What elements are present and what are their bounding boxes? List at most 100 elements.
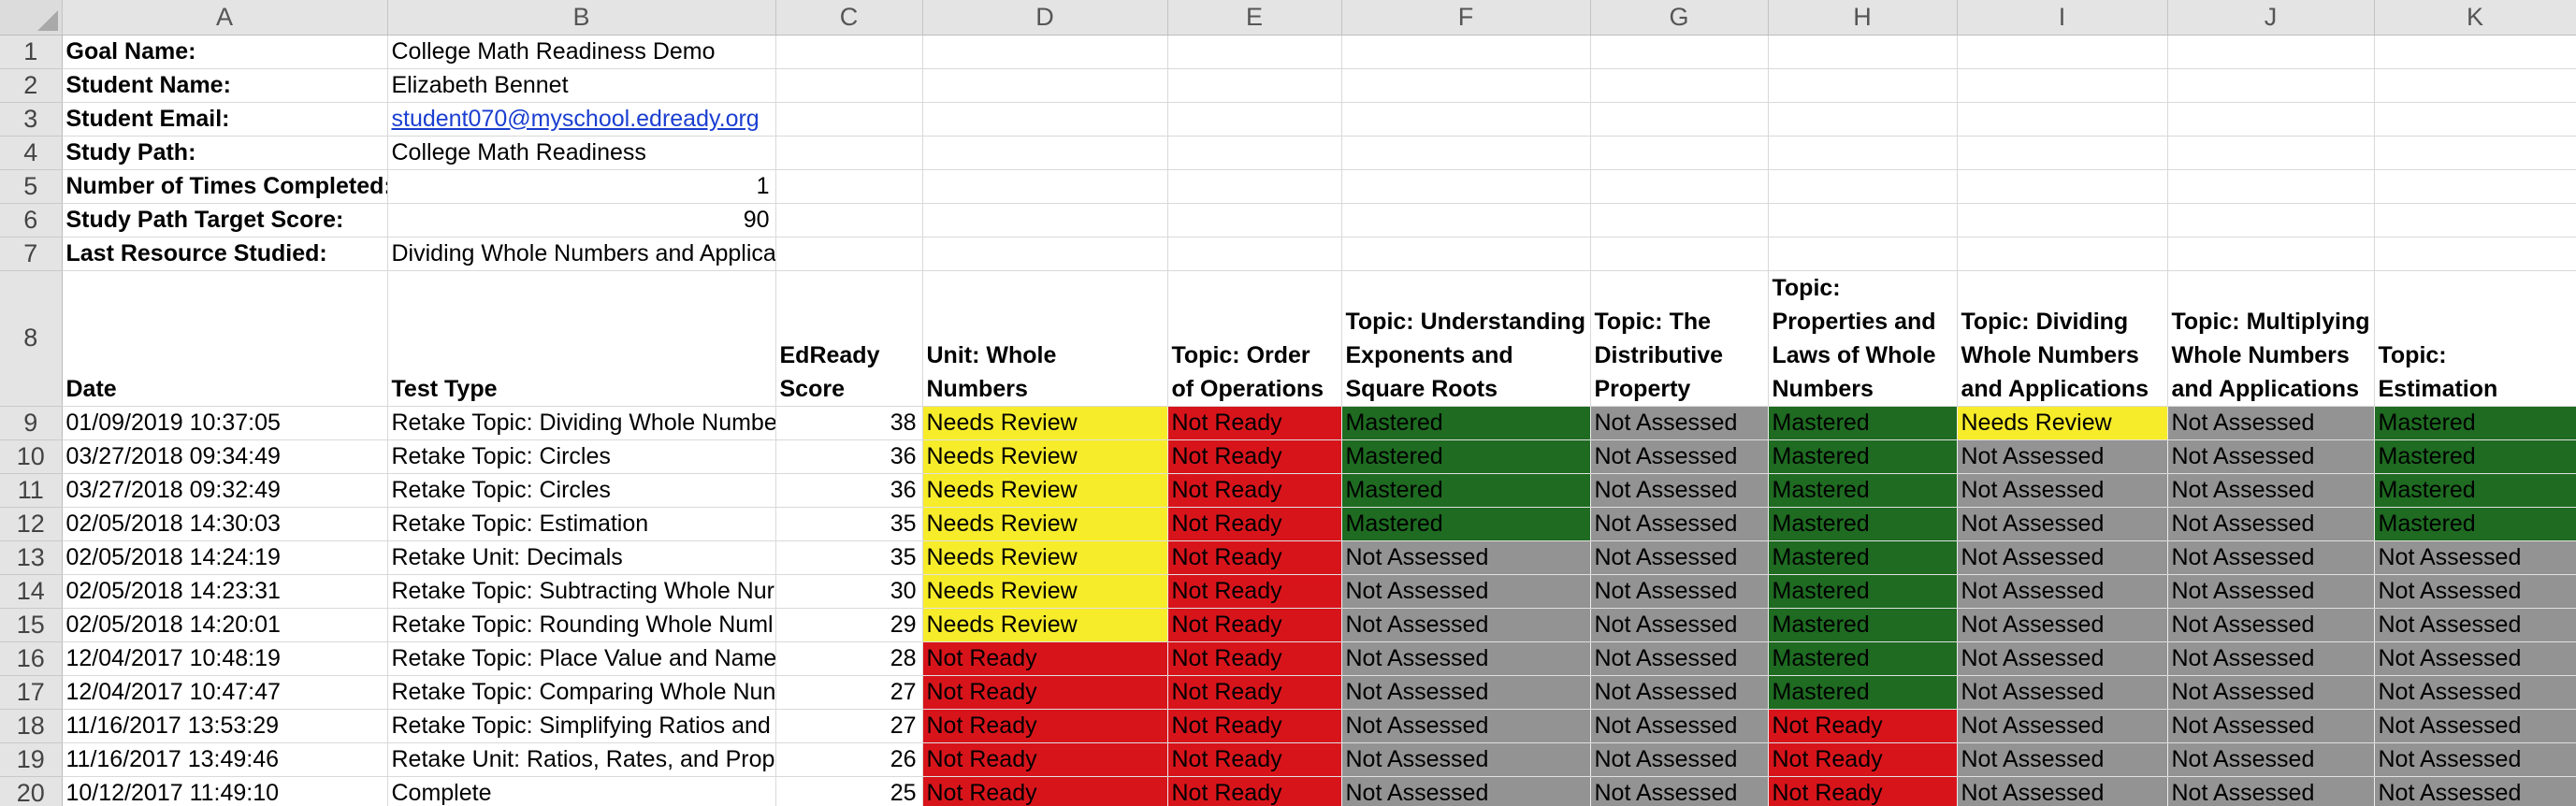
row-header-12[interactable]: 12 bbox=[0, 507, 63, 541]
empty-cell[interactable] bbox=[1957, 237, 2168, 271]
date-cell[interactable]: 01/09/2019 10:37:05 bbox=[62, 406, 388, 440]
empty-cell[interactable] bbox=[1957, 102, 2168, 137]
info-label-last-resource-studied[interactable]: Last Resource Studied: bbox=[62, 237, 388, 271]
status-cell[interactable]: Not Ready bbox=[922, 776, 1168, 806]
info-label-goal-name[interactable]: Goal Name: bbox=[62, 35, 388, 69]
test-type-cell[interactable]: Retake Topic: Subtracting Whole Nur bbox=[387, 574, 776, 609]
date-cell[interactable]: 11/16/2017 13:53:29 bbox=[62, 709, 388, 743]
column-header-g[interactable]: G bbox=[1590, 0, 1769, 36]
row-header-15[interactable]: 15 bbox=[0, 608, 63, 642]
empty-cell[interactable] bbox=[1341, 68, 1591, 103]
status-cell[interactable]: Not Assessed bbox=[1590, 507, 1769, 541]
status-cell[interactable]: Not Assessed bbox=[1590, 574, 1769, 609]
status-cell[interactable]: Mastered bbox=[1768, 608, 1958, 642]
row-header-11[interactable]: 11 bbox=[0, 473, 63, 508]
status-cell[interactable]: Not Assessed bbox=[2167, 473, 2375, 508]
column-header-h[interactable]: H bbox=[1768, 0, 1958, 36]
score-cell[interactable]: 30 bbox=[775, 574, 923, 609]
empty-cell[interactable] bbox=[1341, 169, 1591, 204]
empty-cell[interactable] bbox=[922, 68, 1168, 103]
header-topic-multiplying-whole-numbers-and-applications[interactable]: Topic: Multiplying Whole Numbers and App… bbox=[2167, 270, 2375, 407]
column-header-a[interactable]: A bbox=[62, 0, 388, 36]
status-cell[interactable]: Mastered bbox=[2374, 439, 2576, 474]
empty-cell[interactable] bbox=[1167, 68, 1342, 103]
date-cell[interactable]: 02/05/2018 14:30:03 bbox=[62, 507, 388, 541]
empty-cell[interactable] bbox=[1341, 35, 1591, 69]
test-type-cell[interactable]: Retake Topic: Circles bbox=[387, 439, 776, 474]
status-cell[interactable]: Not Assessed bbox=[2167, 540, 2375, 575]
info-label-number-of-times-completed[interactable]: Number of Times Completed: bbox=[62, 169, 388, 204]
status-cell[interactable]: Not Assessed bbox=[1590, 742, 1769, 777]
header-topic-estimation[interactable]: Topic: Estimation bbox=[2374, 270, 2576, 407]
status-cell[interactable]: Mastered bbox=[1768, 675, 1958, 710]
status-cell[interactable]: Not Assessed bbox=[1341, 675, 1591, 710]
status-cell[interactable]: Not Assessed bbox=[1957, 709, 2168, 743]
info-value-number-of-times-completed[interactable]: 1 bbox=[387, 169, 776, 204]
empty-cell[interactable] bbox=[2167, 136, 2375, 170]
test-type-cell[interactable]: Retake Topic: Dividing Whole Numbe bbox=[387, 406, 776, 440]
date-cell[interactable]: 03/27/2018 09:34:49 bbox=[62, 439, 388, 474]
test-type-cell[interactable]: Retake Topic: Simplifying Ratios and bbox=[387, 709, 776, 743]
empty-cell[interactable] bbox=[2374, 237, 2576, 271]
header-topic-understanding-exponents-and-square-roots[interactable]: Topic: Understanding Exponents and Squar… bbox=[1341, 270, 1591, 407]
status-cell[interactable]: Mastered bbox=[1768, 540, 1958, 575]
empty-cell[interactable] bbox=[775, 136, 923, 170]
status-cell[interactable]: Mastered bbox=[1341, 439, 1591, 474]
status-cell[interactable]: Not Assessed bbox=[2167, 439, 2375, 474]
empty-cell[interactable] bbox=[2374, 136, 2576, 170]
date-cell[interactable]: 02/05/2018 14:24:19 bbox=[62, 540, 388, 575]
status-cell[interactable]: Not Assessed bbox=[2374, 540, 2576, 575]
score-cell[interactable]: 27 bbox=[775, 709, 923, 743]
empty-cell[interactable] bbox=[1167, 203, 1342, 237]
status-cell[interactable]: Not Ready bbox=[1167, 406, 1342, 440]
empty-cell[interactable] bbox=[1590, 68, 1769, 103]
empty-cell[interactable] bbox=[2374, 68, 2576, 103]
status-cell[interactable]: Mastered bbox=[1768, 641, 1958, 676]
score-cell[interactable]: 25 bbox=[775, 776, 923, 806]
info-value-student-name[interactable]: Elizabeth Bennet bbox=[387, 68, 776, 103]
status-cell[interactable]: Not Assessed bbox=[1341, 742, 1591, 777]
empty-cell[interactable] bbox=[1590, 169, 1769, 204]
column-header-e[interactable]: E bbox=[1167, 0, 1342, 36]
empty-cell[interactable] bbox=[1167, 102, 1342, 137]
row-header-1[interactable]: 1 bbox=[0, 35, 63, 69]
score-cell[interactable]: 29 bbox=[775, 608, 923, 642]
test-type-cell[interactable]: Retake Topic: Comparing Whole Nun bbox=[387, 675, 776, 710]
empty-cell[interactable] bbox=[775, 68, 923, 103]
column-header-f[interactable]: F bbox=[1341, 0, 1591, 36]
score-cell[interactable]: 27 bbox=[775, 675, 923, 710]
status-cell[interactable]: Mastered bbox=[2374, 473, 2576, 508]
score-cell[interactable]: 36 bbox=[775, 473, 923, 508]
test-type-cell[interactable]: Retake Topic: Estimation bbox=[387, 507, 776, 541]
status-cell[interactable]: Not Assessed bbox=[2167, 406, 2375, 440]
date-cell[interactable]: 12/04/2017 10:47:47 bbox=[62, 675, 388, 710]
status-cell[interactable]: Not Ready bbox=[1167, 439, 1342, 474]
column-header-b[interactable]: B bbox=[387, 0, 776, 36]
empty-cell[interactable] bbox=[2374, 203, 2576, 237]
status-cell[interactable]: Not Ready bbox=[1167, 473, 1342, 508]
score-cell[interactable]: 28 bbox=[775, 641, 923, 676]
status-cell[interactable]: Not Assessed bbox=[2167, 608, 2375, 642]
status-cell[interactable]: Needs Review bbox=[922, 473, 1168, 508]
test-type-cell[interactable]: Retake Topic: Circles bbox=[387, 473, 776, 508]
empty-cell[interactable] bbox=[775, 102, 923, 137]
empty-cell[interactable] bbox=[922, 237, 1168, 271]
status-cell[interactable]: Not Ready bbox=[922, 742, 1168, 777]
empty-cell[interactable] bbox=[922, 169, 1168, 204]
info-value-study-path-target-score[interactable]: 90 bbox=[387, 203, 776, 237]
status-cell[interactable]: Not Ready bbox=[1167, 709, 1342, 743]
row-header-7[interactable]: 7 bbox=[0, 237, 63, 271]
empty-cell[interactable] bbox=[922, 136, 1168, 170]
status-cell[interactable]: Not Assessed bbox=[2374, 608, 2576, 642]
header-topic-dividing-whole-numbers-and-applications[interactable]: Topic: Dividing Whole Numbers and Applic… bbox=[1957, 270, 2168, 407]
status-cell[interactable]: Not Assessed bbox=[1590, 675, 1769, 710]
info-label-student-email[interactable]: Student Email: bbox=[62, 102, 388, 137]
status-cell[interactable]: Mastered bbox=[1768, 473, 1958, 508]
test-type-cell[interactable]: Retake Unit: Ratios, Rates, and Propo bbox=[387, 742, 776, 777]
empty-cell[interactable] bbox=[775, 203, 923, 237]
empty-cell[interactable] bbox=[1768, 237, 1958, 271]
empty-cell[interactable] bbox=[1768, 35, 1958, 69]
empty-cell[interactable] bbox=[775, 35, 923, 69]
empty-cell[interactable] bbox=[2374, 169, 2576, 204]
select-all-corner[interactable] bbox=[0, 0, 63, 36]
